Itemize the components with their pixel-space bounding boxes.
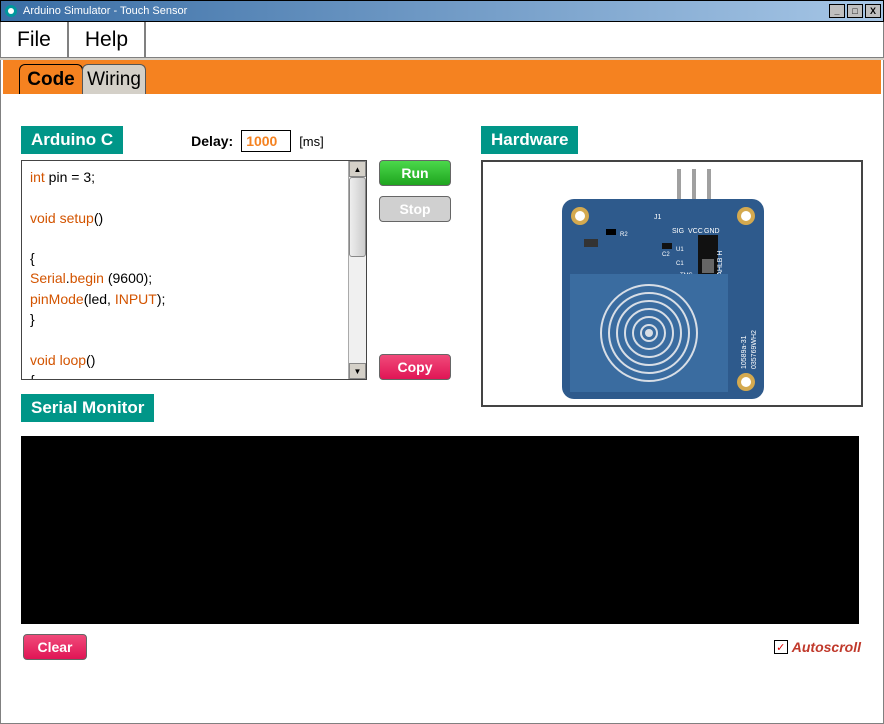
autoscroll-label: Autoscroll <box>792 639 861 655</box>
code-editor[interactable]: int pin = 3; void setup() { Serial.begin… <box>22 161 348 379</box>
svg-text:J1: J1 <box>654 214 662 221</box>
autoscroll-checkbox[interactable]: ✓ <box>774 640 788 654</box>
scroll-down-button[interactable]: ▼ <box>349 363 366 379</box>
svg-text:VCC: VCC <box>688 228 703 235</box>
maximize-button[interactable]: □ <box>847 4 863 18</box>
tab-wiring[interactable]: Wiring <box>82 64 146 94</box>
code-panel-title: Arduino C <box>21 126 123 154</box>
svg-text:035769WH2: 035769WH2 <box>751 329 758 368</box>
stop-button: Stop <box>379 196 451 222</box>
menu-file[interactable]: File <box>1 22 69 57</box>
delay-label: Delay: <box>191 133 233 149</box>
scroll-thumb[interactable] <box>349 177 366 257</box>
tab-code[interactable]: Code <box>19 64 83 94</box>
code-scrollbar[interactable]: ▲ ▼ <box>348 161 366 379</box>
tab-bar: Code Wiring <box>3 60 881 94</box>
delay-unit: [ms] <box>299 134 324 149</box>
svg-text:U1: U1 <box>676 247 684 253</box>
window-title: Arduino Simulator - Touch Sensor <box>23 5 827 17</box>
svg-text:GND: GND <box>704 228 720 235</box>
clear-button[interactable]: Clear <box>23 634 87 660</box>
serial-monitor-output[interactable] <box>21 436 859 624</box>
menu-bar: File Help <box>0 22 884 58</box>
menu-help[interactable]: Help <box>69 22 146 57</box>
scroll-track[interactable] <box>349 177 366 363</box>
minimize-button[interactable]: _ <box>829 4 845 18</box>
svg-text:10589a-31: 10589a-31 <box>741 335 748 369</box>
close-button[interactable]: X <box>865 4 881 18</box>
delay-input[interactable] <box>241 130 291 152</box>
window-body: Code Wiring Arduino C Delay: [ms] int pi… <box>0 60 884 724</box>
hardware-panel-title: Hardware <box>481 126 578 154</box>
copy-button[interactable]: Copy <box>379 354 451 380</box>
svg-text:SIG: SIG <box>672 228 684 235</box>
touch-sensor-board-icon: SIG VCC GND J1 R2 C2 U1 C1 TMS L <box>542 169 802 399</box>
svg-text:R2: R2 <box>620 232 628 238</box>
title-bar: Arduino Simulator - Touch Sensor _ □ X <box>0 0 884 22</box>
scroll-up-button[interactable]: ▲ <box>349 161 366 177</box>
svg-text:C1: C1 <box>676 261 684 267</box>
svg-text:C2: C2 <box>662 252 670 258</box>
app-icon <box>3 3 19 19</box>
hardware-view: SIG VCC GND J1 R2 C2 U1 C1 TMS L <box>481 160 863 407</box>
serial-panel-title: Serial Monitor <box>21 394 154 422</box>
run-button[interactable]: Run <box>379 160 451 186</box>
